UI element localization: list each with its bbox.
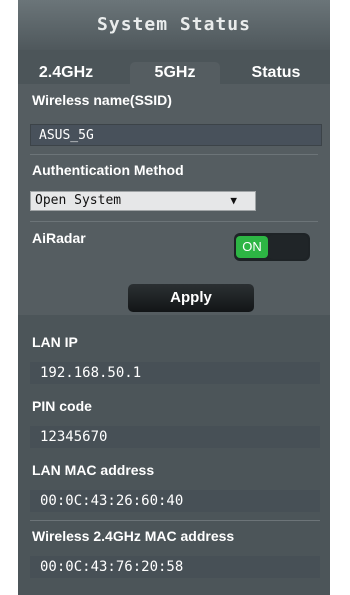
toggle-on-indicator: ON (236, 236, 268, 258)
lan-ip-label: LAN IP (32, 334, 78, 350)
tab-bar: 2.4GHz 5GHz Status (18, 50, 330, 84)
wifi-mac-label: Wireless 2.4GHz MAC address (32, 528, 235, 544)
system-status-panel: System Status 2.4GHz 5GHz Status Wireles… (18, 0, 330, 595)
panel-title: System Status (18, 0, 330, 50)
pin-code-value: 12345670 (30, 426, 320, 448)
ssid-label: Wireless name(SSID) (32, 92, 172, 108)
tab-5ghz[interactable]: 5GHz (130, 62, 220, 84)
lan-mac-label: LAN MAC address (32, 462, 155, 478)
divider (30, 520, 320, 521)
toggle-knob (268, 235, 308, 259)
airadar-label: AiRadar (32, 230, 86, 246)
chevron-down-icon: ▼ (230, 194, 237, 207)
wifi-mac-value: 00:0C:43:76:20:58 (30, 556, 320, 578)
divider (30, 154, 318, 155)
lan-mac-value: 00:0C:43:26:60:40 (30, 490, 320, 512)
tab-2-4ghz[interactable]: 2.4GHz (26, 62, 106, 84)
airadar-toggle[interactable]: ON (234, 233, 310, 261)
panel-content: Wireless name(SSID) ASUS_5G Authenticati… (18, 84, 330, 595)
auth-method-label: Authentication Method (32, 162, 184, 178)
apply-button[interactable]: Apply (128, 284, 254, 312)
ssid-input[interactable]: ASUS_5G (30, 124, 322, 146)
divider (30, 221, 318, 222)
lan-ip-value: 192.168.50.1 (30, 362, 320, 384)
wireless-settings-section: Wireless name(SSID) ASUS_5G Authenticati… (18, 84, 330, 315)
pin-code-label: PIN code (32, 398, 92, 414)
tab-status[interactable]: Status (226, 62, 326, 84)
auth-method-value: Open System (35, 193, 122, 208)
status-info-section: LAN IP 192.168.50.1 PIN code 12345670 LA… (18, 324, 330, 595)
auth-method-select[interactable]: Open System ▼ (30, 191, 256, 211)
